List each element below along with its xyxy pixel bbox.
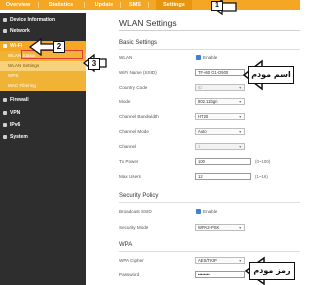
sidebar-item-firewall[interactable]: Firewall [0,95,86,105]
wpa-cipher-select[interactable]: AES/TKIP ▼ [195,257,245,264]
main-content: WLAN Settings Basic Settings WLAN Enable… [100,13,300,285]
chevron-down-icon: ▼ [238,259,242,263]
chevron-down-icon: ▼ [238,86,242,90]
channel-value: 1 [198,144,201,149]
divider [119,251,300,252]
sidebar-item-ipv6[interactable]: IPv6 [0,120,86,130]
tab-divider [84,2,85,8]
divider [119,202,300,203]
sidebar-item-label: Firewall [10,97,29,103]
mode-label: Mode [119,99,131,104]
section-basic-settings: Basic Settings [119,40,158,46]
step-badge-3: 3 [88,58,100,70]
network-icon [3,123,7,127]
step-badge-2: 2 [53,41,65,53]
max-users-range-hint: (1~16) [255,174,268,179]
channel-mode-value: Auto [198,129,207,134]
tx-power-input[interactable]: 100 [195,158,251,165]
info-icon [3,18,7,22]
sidebar-item-label: Device Information [10,17,56,23]
security-mode-select[interactable]: WPA2-PSK ▼ [195,224,245,231]
tab-settings[interactable]: Settings [156,0,192,10]
section-wpa: WPA [119,242,133,248]
wpa-cipher-value: AES/TKIP [198,258,217,263]
channel-mode-select[interactable]: Auto ▼ [195,128,245,135]
wlan-settings-highlight [21,50,83,59]
tab-divider [38,2,39,8]
channel-mode-label: Channel Mode [119,129,149,134]
tab-sms[interactable]: SMS [126,0,144,10]
max-users-label: Max Users [119,174,141,179]
divider [119,49,300,50]
sidebar-item-device-information[interactable]: Device Information [0,15,86,25]
password-callout: رمز مودم [249,262,295,280]
sidebar-item-label: Wi-Fi [10,43,23,49]
broadcast-ssid-checkbox[interactable] [196,209,201,214]
ssid-input[interactable]: TF-i60 G1-D500 [195,69,245,76]
channel-select[interactable]: 1 ▼ [195,143,245,150]
country-code-label: Country Code [119,85,148,90]
divider [119,30,300,31]
ssid-callout: اسم مودم [248,66,294,84]
tab-update[interactable]: Update [92,0,116,10]
sidebar-item-label: VPN [10,110,21,116]
lock-icon [3,111,7,115]
globe-icon [3,29,7,33]
chevron-down-icon: ▼ [238,115,242,119]
mode-select[interactable]: 802.11bgn ▼ [195,98,245,105]
gear-icon [3,135,7,139]
wlan-enable-label: Enable [203,55,218,60]
chevron-down-icon: ▼ [238,226,242,230]
sidebar-item-label: IPv6 [10,122,21,128]
tab-divider [148,2,149,8]
shield-icon [3,98,7,102]
sidebar-subitem-wps[interactable]: WPS [0,71,86,81]
wlan-label: WLAN [119,55,133,60]
broadcast-ssid-enable-label: Enable [203,209,218,214]
wlan-enable-checkbox[interactable] [196,55,201,60]
page-title: WLAN Settings [119,18,177,28]
tab-overview[interactable]: Overview [4,0,32,10]
tab-divider [120,2,121,8]
password-input[interactable]: •••••••• [195,271,245,278]
sidebar-subitem-wlan-settings[interactable]: WLAN Settings [0,61,86,71]
sidebar-item-network[interactable]: Network [0,26,86,36]
sidebar-subitem-mac-filtering[interactable]: MAC Filtering [0,81,86,91]
sidebar-item-vpn[interactable]: VPN [0,108,86,118]
wifi-icon [3,44,7,48]
ssid-label: WiFi Name (SSID) [119,70,157,75]
tab-statistics[interactable]: Statistics [44,0,78,10]
mode-value: 802.11bgn [198,99,218,104]
broadcast-ssid-label: Broadcast SSID [119,209,152,214]
tx-power-label: Tx Power [119,159,139,164]
password-label: Password [119,272,140,277]
sidebar-item-label: System [10,134,28,140]
max-users-input[interactable]: 12 [195,173,251,180]
section-security-policy: Security Policy [119,193,159,199]
channel-bandwidth-value: HT20 [198,114,209,119]
tx-power-range-hint: (0~100) [255,159,271,164]
sidebar-item-label: Network [10,28,30,34]
wpa-cipher-label: WPA Cipher [119,258,144,263]
channel-bandwidth-select[interactable]: HT20 ▼ [195,113,245,120]
chevron-down-icon: ▼ [238,100,242,104]
security-mode-label: Security Mode [119,225,149,230]
top-navigation: Overview Statistics Update SMS Settings [0,0,300,10]
country-code-value: ID [198,85,203,90]
channel-label: Channel [119,144,137,149]
chevron-down-icon: ▼ [238,145,242,149]
sidebar-item-system[interactable]: System [0,132,86,142]
channel-bandwidth-label: Channel Bandwidth [119,114,159,119]
country-code-select[interactable]: ID ▼ [195,84,245,91]
step-badge-1: 1 [211,1,223,11]
chevron-down-icon: ▼ [238,130,242,134]
security-mode-value: WPA2-PSK [198,225,220,230]
